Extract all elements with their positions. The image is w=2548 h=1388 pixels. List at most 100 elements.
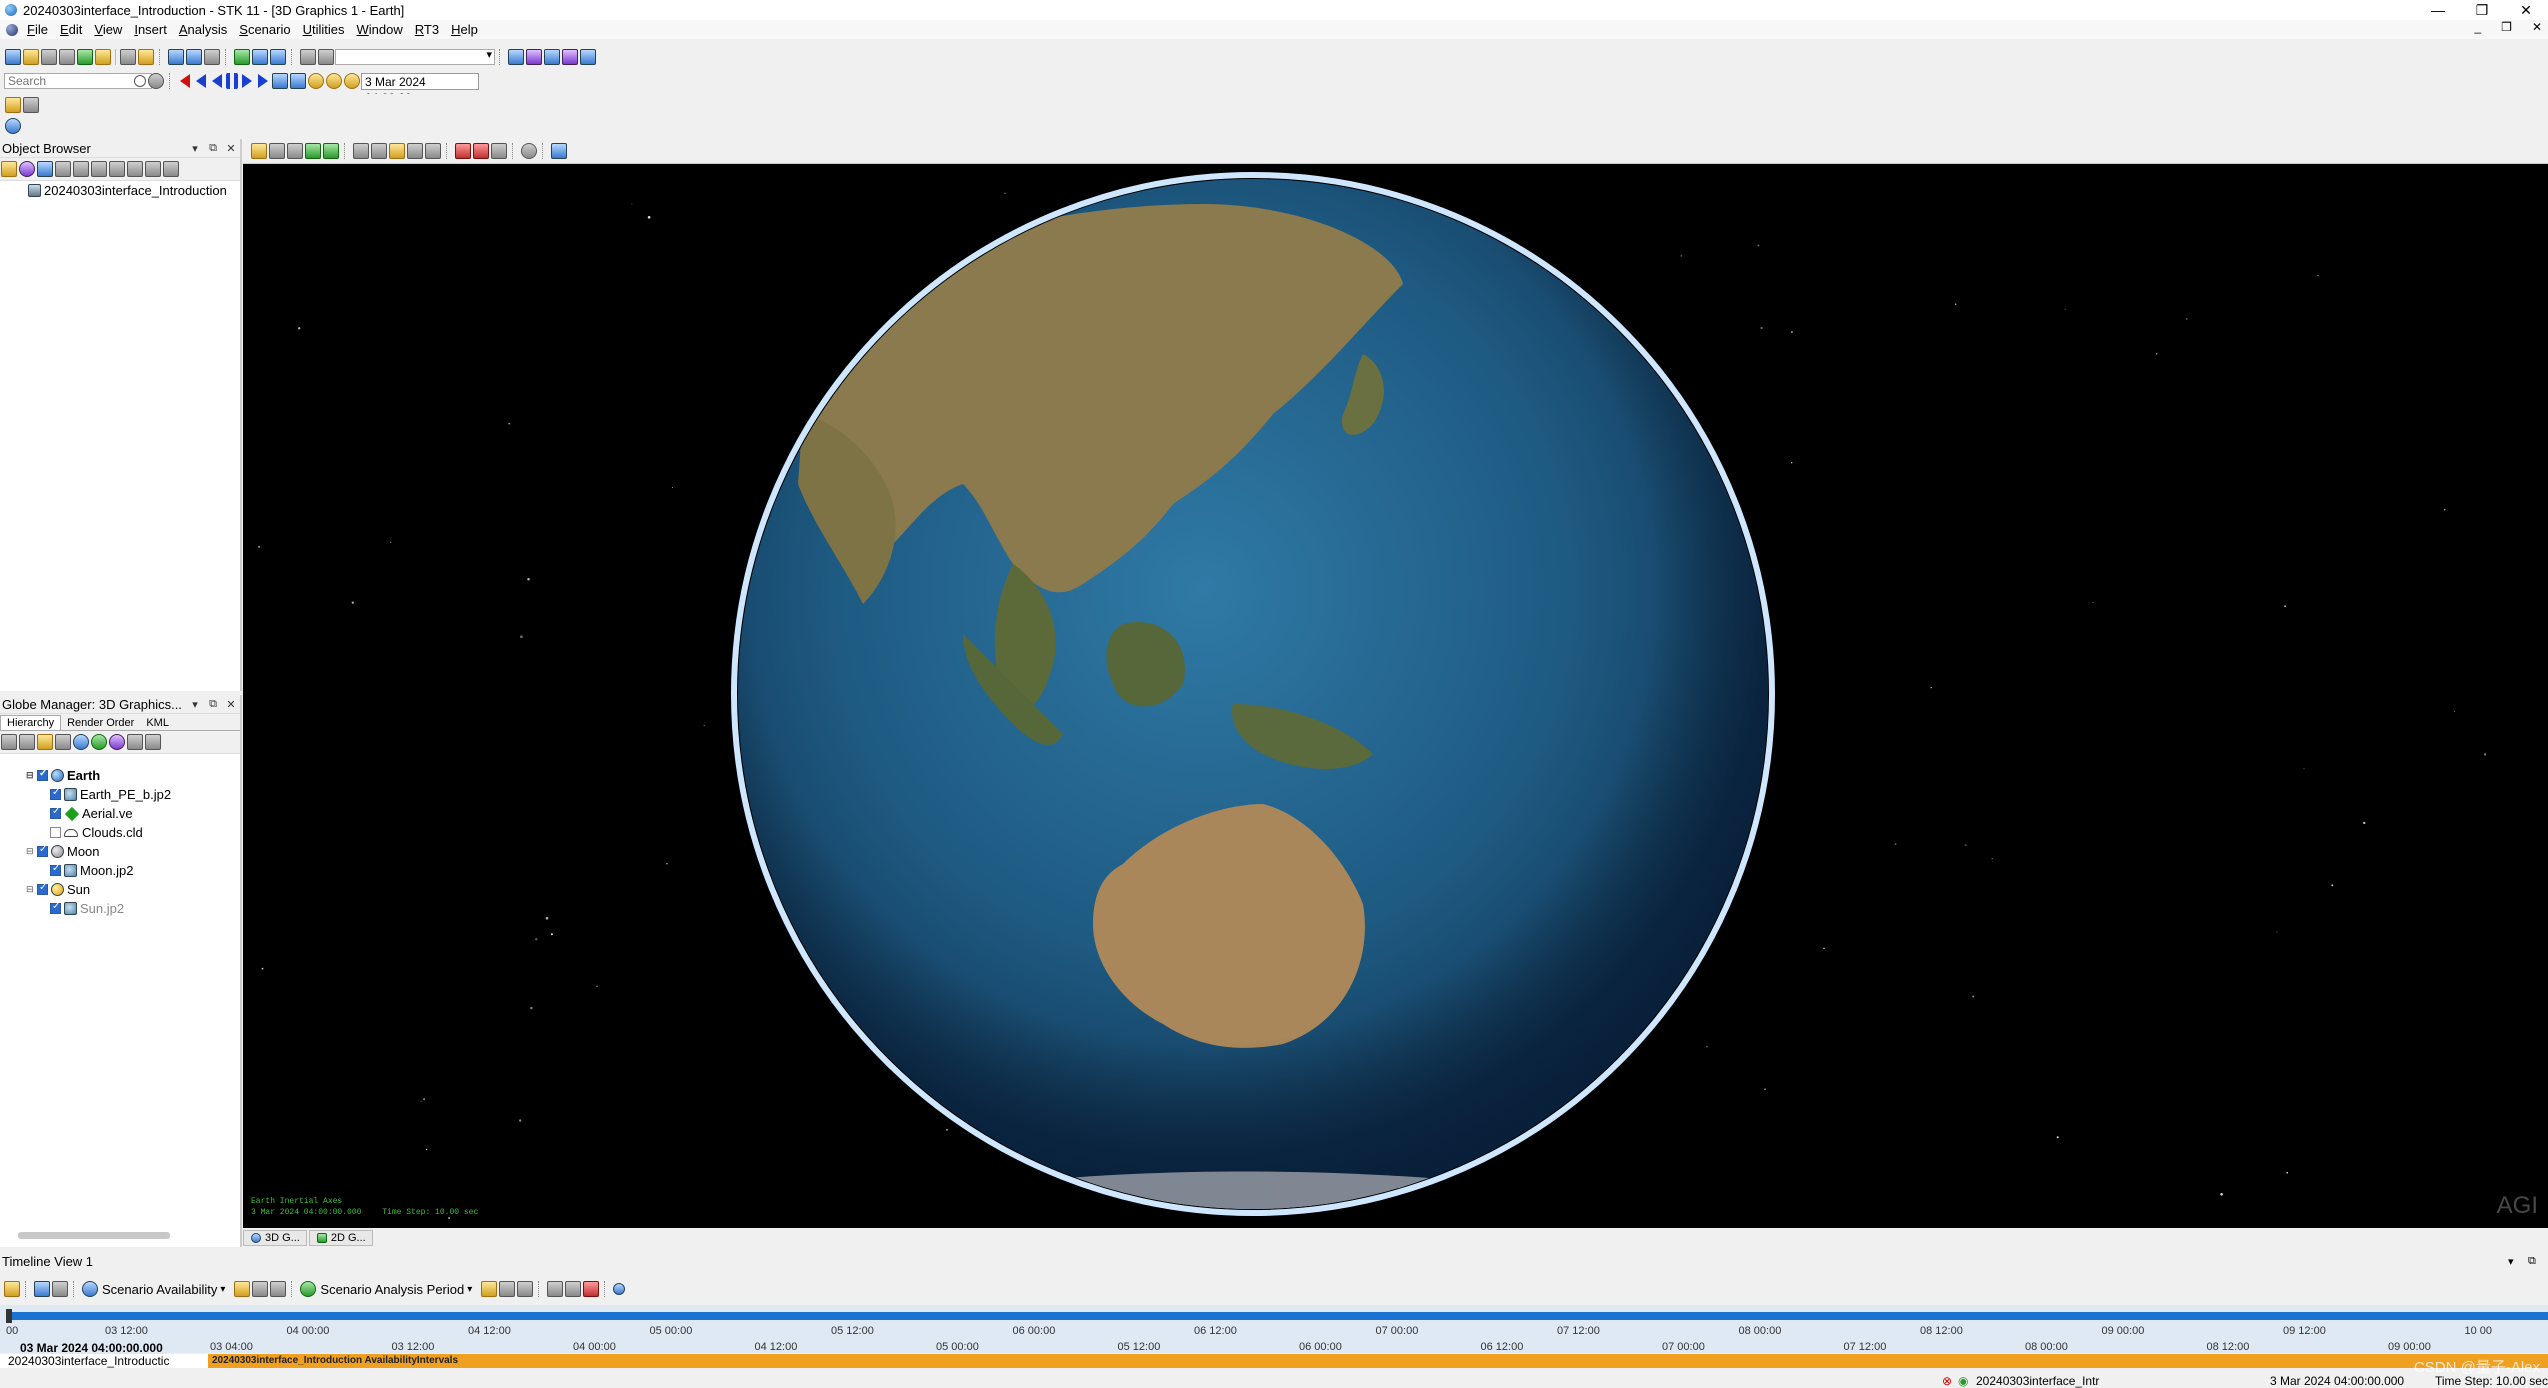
new-object-icon[interactable] [1, 161, 17, 177]
graph-icon[interactable] [168, 49, 184, 65]
refresh-icon[interactable] [19, 734, 35, 750]
add-imagery-icon[interactable] [55, 734, 71, 750]
zoom-in-out-icon[interactable] [52, 1281, 68, 1297]
search-icon[interactable] [134, 75, 146, 87]
measure-icon[interactable] [389, 143, 405, 159]
clouds-checkbox[interactable] [50, 827, 61, 838]
pan-hand-icon[interactable] [269, 143, 285, 159]
tab-render-order[interactable]: Render Order [61, 716, 140, 730]
graph-manager-icon[interactable] [526, 49, 542, 65]
pan-disabled-icon[interactable] [318, 49, 334, 65]
tree-item-moon-image[interactable]: Moon.jp2 [0, 861, 240, 880]
menu-scenario[interactable]: Scenario [233, 22, 296, 37]
panel-close-icon[interactable]: ✕ [222, 142, 240, 155]
settings-gear-icon[interactable] [148, 73, 164, 89]
save-as-icon[interactable] [59, 49, 75, 65]
mdi-minimize-button[interactable]: _ [2474, 20, 2481, 34]
pencil-icon[interactable] [23, 97, 39, 113]
edit-period-icon[interactable] [234, 1281, 251, 1297]
data-provider-icon[interactable] [580, 49, 596, 65]
report-icon[interactable] [138, 49, 154, 65]
globe-icon[interactable] [5, 118, 21, 134]
link-period-icon[interactable] [270, 1281, 287, 1297]
tree-item-earth[interactable]: ⊟ Earth [0, 766, 240, 785]
tab-hierarchy[interactable]: Hierarchy [0, 715, 62, 730]
zoom-icon[interactable] [287, 143, 303, 159]
panel-menu-icon[interactable]: ▾ [186, 698, 204, 711]
menu-utilities[interactable]: Utilities [297, 22, 351, 37]
tree-item-sun-image[interactable]: Sun.jp2 [0, 899, 240, 918]
link-period-icon[interactable] [517, 1281, 534, 1297]
rename-icon[interactable] [145, 161, 161, 177]
globe-disabled-icon[interactable] [521, 143, 537, 159]
menu-rt3[interactable]: RT3 [409, 22, 445, 37]
properties-icon[interactable] [95, 49, 111, 65]
timeline-row[interactable]: 20240303interface_Introductic 20240303in… [0, 1354, 2548, 1368]
horizontal-scrollbar[interactable] [18, 1232, 170, 1239]
x-real-time-icon[interactable] [326, 73, 342, 89]
play-reverse-icon[interactable] [212, 74, 222, 88]
increase-time-step-icon[interactable] [290, 73, 306, 89]
moon-image-checkbox[interactable] [50, 863, 61, 876]
home-view-icon[interactable] [305, 143, 321, 159]
north-up-icon[interactable] [371, 143, 387, 159]
snapshot-icon[interactable] [407, 143, 423, 159]
tree-item-aerial[interactable]: Aerial.ve [0, 804, 240, 823]
mdi-restore-button[interactable]: ❐ [2501, 20, 2512, 34]
save-period-icon[interactable] [499, 1281, 516, 1297]
earth-image-checkbox[interactable] [50, 787, 61, 800]
dynamic-display-icon[interactable] [544, 49, 560, 65]
collapse-icon[interactable]: ⊟ [26, 884, 35, 895]
delete-icon[interactable] [109, 161, 125, 177]
remove-icon[interactable] [127, 734, 143, 750]
color-icon[interactable] [19, 161, 35, 177]
report-manager-icon[interactable] [508, 49, 524, 65]
panel-close-icon[interactable]: ✕ [222, 698, 240, 711]
menu-analysis[interactable]: Analysis [173, 22, 233, 37]
record-icon[interactable] [425, 143, 441, 159]
timeline-properties-icon[interactable] [4, 1281, 20, 1297]
chart-icon[interactable] [186, 49, 202, 65]
minimize-button[interactable]: — [2416, 0, 2460, 20]
access-icon[interactable] [204, 49, 220, 65]
tab-2d-graphics[interactable]: 2D G... [308, 1230, 373, 1246]
checkbox-toggle-icon[interactable] [37, 161, 53, 177]
scenario-analysis-period-dropdown[interactable]: Scenario Analysis Period ▾ [299, 1281, 472, 1297]
current-time-field[interactable]: 3 Mar 2024 04:00:00 [361, 72, 479, 105]
moon-checkbox[interactable] [37, 844, 48, 857]
close-button[interactable]: ✕ [2504, 0, 2548, 20]
zoom-to-fit-icon[interactable] [34, 1281, 50, 1297]
save-icon[interactable] [41, 49, 57, 65]
panel-float-icon[interactable]: ⧉ [204, 142, 222, 155]
pushpin-icon[interactable] [455, 143, 471, 159]
orient-icon[interactable] [353, 143, 369, 159]
copy-icon[interactable] [145, 734, 161, 750]
reset-animation-icon[interactable] [180, 74, 190, 88]
error-icon[interactable]: ⊗ [1942, 1374, 1952, 1388]
scenario-availability-dropdown[interactable]: Scenario Availability ▾ [81, 1281, 225, 1297]
earth-scene[interactable] [243, 164, 2548, 1228]
menu-help[interactable]: Help [445, 22, 484, 37]
refresh-icon[interactable] [270, 49, 286, 65]
sun-checkbox[interactable] [37, 882, 48, 895]
link-icon[interactable] [234, 49, 250, 65]
panel-menu-icon[interactable]: ▾ [186, 142, 204, 155]
tree-item-clouds[interactable]: Clouds.cld [0, 823, 240, 842]
step-back-icon[interactable] [196, 74, 206, 88]
pause-icon[interactable] [226, 73, 238, 89]
object-selector-combo[interactable] [335, 48, 495, 65]
play-forward-icon[interactable] [242, 74, 252, 88]
sun-image-checkbox[interactable] [50, 901, 61, 914]
add-globe-icon[interactable] [91, 734, 107, 750]
earth-checkbox[interactable] [37, 768, 48, 781]
collapse-icon[interactable]: ⊟ [26, 770, 35, 781]
decrease-time-step-icon[interactable] [272, 73, 288, 89]
menu-view[interactable]: View [88, 22, 128, 37]
timeline-scenario-bar[interactable] [8, 1312, 2548, 1320]
help-icon[interactable] [613, 1283, 626, 1295]
save-period-icon[interactable] [252, 1281, 269, 1297]
panel-menu-icon[interactable]: ▾ [2508, 1255, 2528, 1268]
real-time-icon[interactable] [308, 73, 324, 89]
zoom-disabled-icon[interactable] [300, 49, 316, 65]
edit-period-icon[interactable] [481, 1281, 498, 1297]
